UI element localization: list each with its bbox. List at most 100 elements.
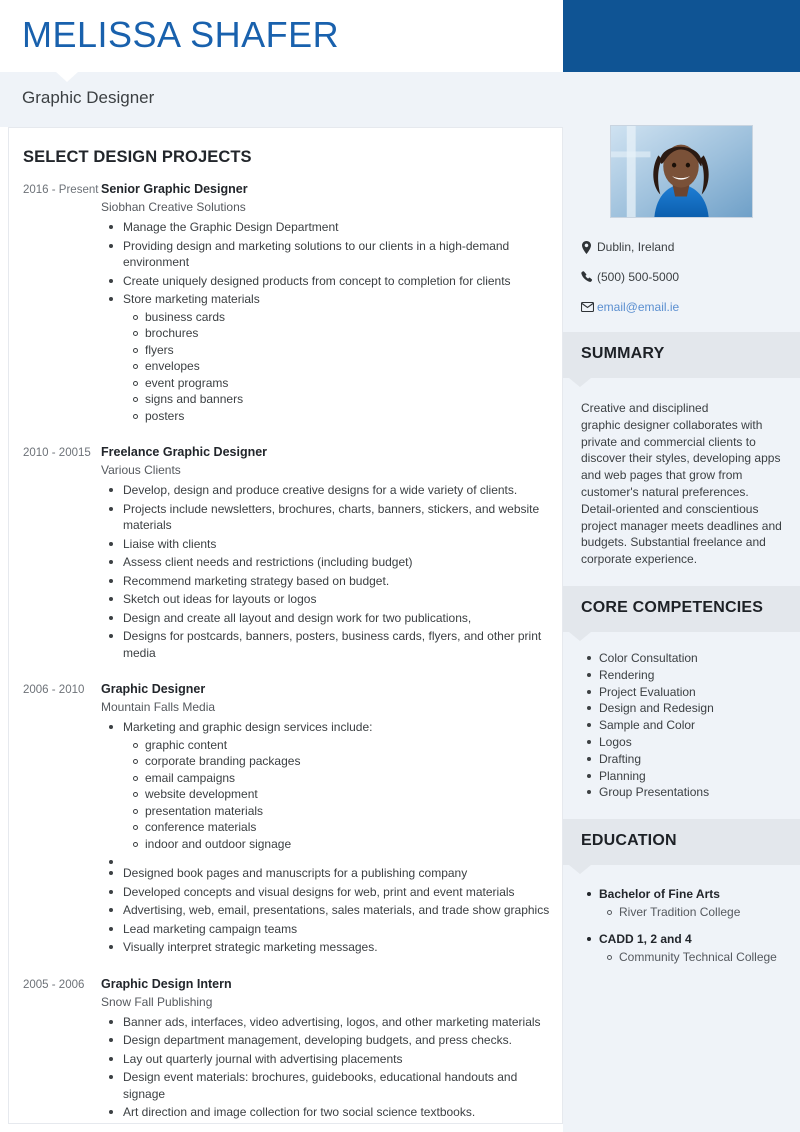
job-sub-bullet: website development xyxy=(133,786,550,803)
job-bullet-list: Develop, design and produce creative des… xyxy=(101,482,550,661)
job-dates: 2016 - Present xyxy=(23,184,99,196)
job-sub-bullet: posters xyxy=(133,408,550,425)
envelope-icon xyxy=(581,302,597,312)
job-entry: 2016 - Present Senior Graphic Designer Sio… xyxy=(9,181,562,426)
job-role: Graphic Design Intern xyxy=(101,976,232,991)
job-bullet-text: Designed book pages and manuscripts for … xyxy=(123,866,468,880)
job-bullet-text: Projects include newsletters, brochures,… xyxy=(123,501,540,533)
job-dates: 2010 - 20015 xyxy=(23,447,91,459)
contact-text: Dublin, Ireland xyxy=(597,240,675,254)
job-bullet-list: Marketing and graphic design services in… xyxy=(101,719,550,956)
job-bullet: Developed concepts and visual designs fo… xyxy=(109,884,550,901)
competencies-notch-icon xyxy=(569,631,591,641)
summary-heading: SUMMARY xyxy=(581,345,665,362)
job-bullet: Visually interpret strategic marketing m… xyxy=(109,939,550,956)
job-sub-bullet: graphic content xyxy=(133,737,550,754)
job-sub-bullet: signs and banners xyxy=(133,391,550,408)
competency-item: Design and Redesign xyxy=(587,700,784,717)
sidebar-section-competencies-header: CORE COMPETENCIES xyxy=(563,585,800,641)
contact-list: Dublin, Ireland (500) 500-5000 email@email… xyxy=(581,240,800,314)
job-role: Freelance Graphic Designer xyxy=(101,445,268,459)
summary-text: Creative and disciplined graphic designe… xyxy=(581,401,782,567)
job-bullet-text: Developed concepts and visual designs fo… xyxy=(123,884,515,899)
competencies-heading: CORE COMPETENCIES xyxy=(581,598,764,616)
job-bullet: Recommend marketing strategy based on bu… xyxy=(109,573,550,590)
job-bullet-text: Store marketing materials xyxy=(123,292,260,306)
avatar xyxy=(610,125,753,218)
job-bullet-text: Manage the Graphic Design Department xyxy=(123,220,339,234)
competency-item: Logos xyxy=(587,734,784,751)
job-sub-bullet-list: business cards brochures flyers envelopes ev… xyxy=(123,309,550,425)
job-entry: 2006 - 2010 Graphic Designer Mountain Fall… xyxy=(9,681,562,958)
contact-row: Dublin, Ireland xyxy=(581,240,800,254)
job-bullet: Store marketing materials business cards b… xyxy=(109,291,550,425)
education-school: River Tradition College xyxy=(607,903,784,921)
job-bullet-text: Designs for postcards, banners, posters,… xyxy=(123,629,542,660)
job-bullet: Sketch out ideas for layouts or logos xyxy=(109,591,550,608)
job-company: Various Clients xyxy=(101,463,181,477)
competency-item: Rendering xyxy=(587,667,784,684)
job-role: Graphic Designer xyxy=(101,682,206,696)
job-bullet: Manage the Graphic Design Department xyxy=(109,219,550,236)
job-bullet-text: Marketing and graphic design services in… xyxy=(123,720,373,734)
job-sub-bullet-list: graphic content corporate branding packag… xyxy=(123,737,550,853)
job-bullet-text: Lay out quarterly journal with advertisi… xyxy=(123,1051,403,1066)
job-body: Graphic Design Intern Snow Fall Publishin… xyxy=(101,976,550,1123)
sidebar-section-summary-header: SUMMARY xyxy=(563,332,800,387)
sidebar-section-education-header: EDUCATION xyxy=(563,819,800,875)
job-sub-bullet: brochures xyxy=(133,325,550,342)
job-bullet-text: Recommend marketing strategy based on bu… xyxy=(123,573,390,588)
job-entry: 2010 - 20015 Freelance Graphic Designer Va… xyxy=(9,444,562,663)
job-bullet: Design department management, developing… xyxy=(109,1032,550,1049)
job-bullet-text: Lead marketing campaign teams xyxy=(123,921,298,936)
job-bullet-text: Banner ads, interfaces, video advertisin… xyxy=(123,1014,541,1029)
education-school: Community Technical College xyxy=(607,948,784,966)
job-bullet: Liaise with clients xyxy=(109,536,550,553)
job-bullet: Art direction and image collection for t… xyxy=(109,1104,550,1121)
job-bullet-text: Providing design and marketing solutions… xyxy=(123,238,510,270)
job-bullet: Designs for postcards, banners, posters,… xyxy=(109,628,550,661)
education-school-list: Community Technical College xyxy=(599,948,784,966)
job-bullet: Banner ads, interfaces, video advertisin… xyxy=(109,1014,550,1031)
competencies-body: Color Consultation Rendering Project Evalu… xyxy=(563,650,800,801)
job-bullet: Designed book pages and manuscripts for … xyxy=(109,865,550,882)
job-bullet-text: Liaise with clients xyxy=(123,536,217,551)
job-bullet: Projects include newsletters, brochures,… xyxy=(109,501,550,534)
header-accent-block xyxy=(563,0,800,72)
job-bullet: Design and create all layout and design … xyxy=(109,610,550,627)
job-body: Freelance Graphic Designer Various Client… xyxy=(101,444,550,663)
education-degree: Bachelor of Fine Arts River Tradition Col… xyxy=(587,885,784,921)
section-heading-projects: SELECT DESIGN PROJECTS xyxy=(23,148,252,166)
job-bullet-text: Design and create all layout and design … xyxy=(123,610,472,625)
job-bullet-list: Banner ads, interfaces, video advertisin… xyxy=(101,1014,550,1121)
job-bullet-text: Art direction and image collection for t… xyxy=(123,1105,476,1119)
job-company: Snow Fall Publishing xyxy=(101,994,213,1009)
job-bullet-list: Manage the Graphic Design Department Prov… xyxy=(101,219,550,424)
education-degree-label: Bachelor of Fine Arts xyxy=(599,887,720,902)
header-notch-icon xyxy=(56,72,78,82)
job-company: Siobhan Creative Solutions xyxy=(101,200,246,214)
job-sub-bullet: event programs xyxy=(133,375,550,392)
job-sub-bullet: flyers xyxy=(133,342,550,359)
competency-list: Color Consultation Rendering Project Evalu… xyxy=(581,650,784,801)
job-bullet: Advertising, web, email, presentations, … xyxy=(109,902,550,919)
competency-item: Sample and Color xyxy=(587,717,784,734)
job-bullet: Assess client needs and restrictions (in… xyxy=(109,554,550,571)
email-link[interactable]: email@email.ie xyxy=(597,300,679,314)
resume-page: MELISSA SHAFER Graphic Designer SELECT D… xyxy=(0,0,800,1132)
page-title: MELISSA SHAFER xyxy=(22,14,340,55)
sidebar: Dublin, Ireland (500) 500-5000 email@email… xyxy=(563,72,800,1132)
job-bullet-text: Sketch out ideas for layouts or logos xyxy=(123,592,317,606)
competency-item: Project Evaluation xyxy=(587,684,784,701)
job-bullet-text: Advertising, web, email, presentations, … xyxy=(123,903,550,917)
experience-card: SELECT DESIGN PROJECTS 2016 - Present Sen… xyxy=(8,127,563,1124)
education-body: Bachelor of Fine Arts River Tradition Col… xyxy=(563,885,800,966)
bullet-spacer xyxy=(109,854,550,864)
summary-notch-icon xyxy=(569,378,591,387)
competency-item: Planning xyxy=(587,768,784,785)
job-bullet-text: Assess client needs and restrictions (in… xyxy=(123,555,413,569)
contact-row[interactable]: email@email.ie xyxy=(581,300,800,314)
competency-item: Group Presentations xyxy=(587,784,784,801)
education-degree: CADD 1, 2 and 4 Community Technical Colle… xyxy=(587,930,784,966)
job-company: Mountain Falls Media xyxy=(101,700,216,714)
